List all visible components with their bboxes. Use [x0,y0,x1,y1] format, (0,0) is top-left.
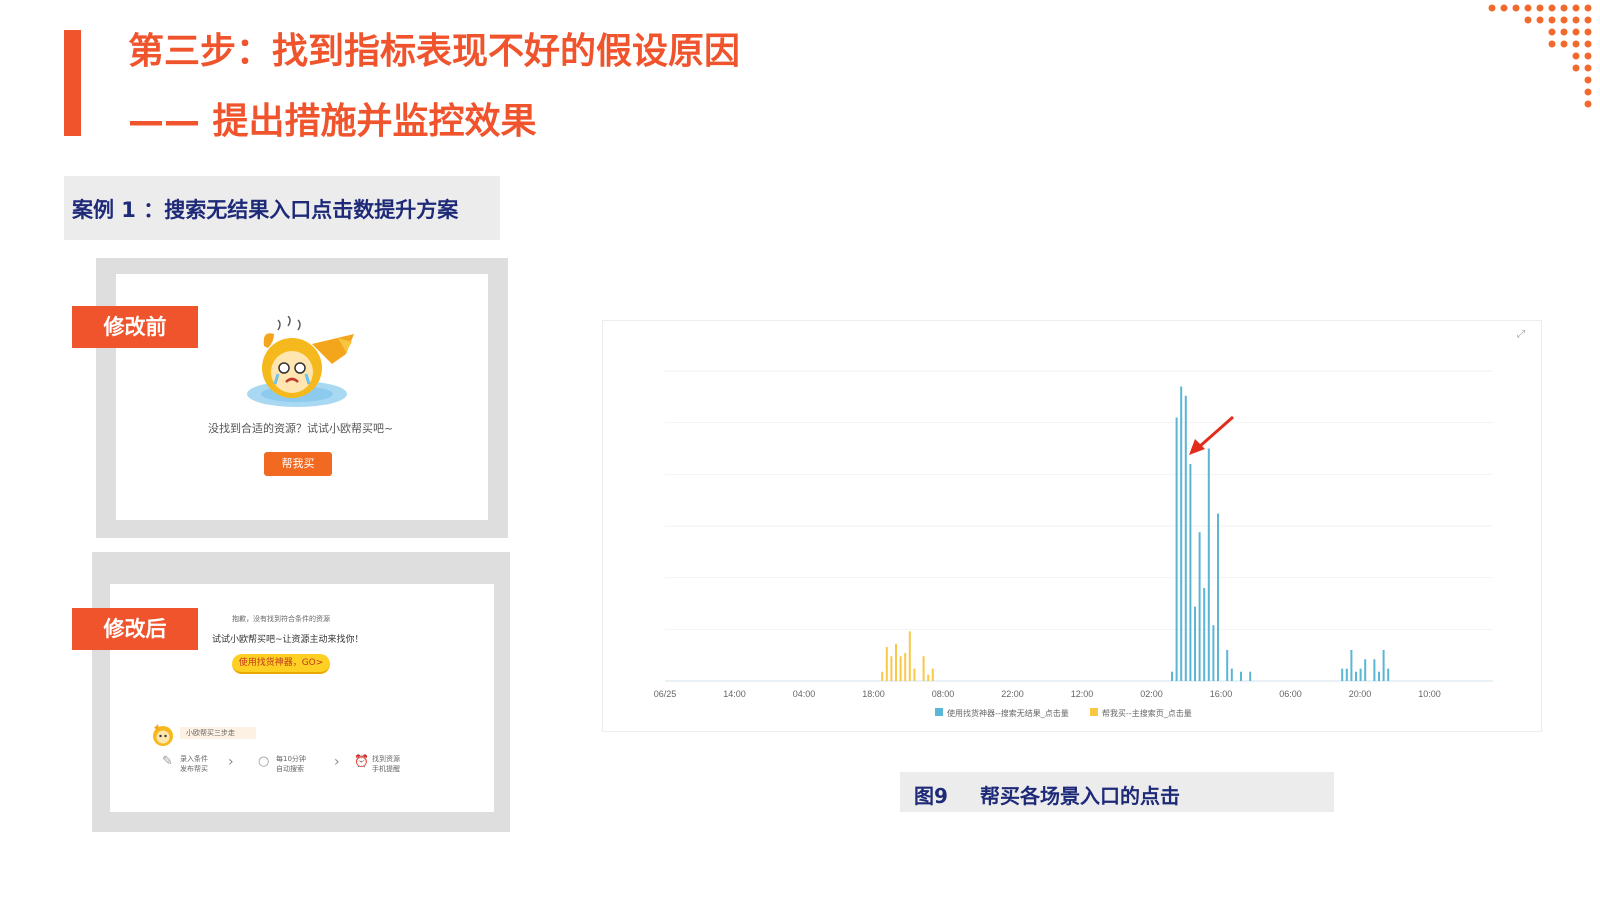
x-tick-label: 06/25 [654,689,677,699]
pen-icon: ✎ [162,754,173,769]
title-accent-bar [64,30,81,136]
crying-mascot-icon [247,316,354,407]
bar-search-no-result [1194,606,1196,681]
x-tick-label: 14:00 [723,689,746,699]
step-3-line1: 找到资源 [372,755,400,763]
legend-label: 帮我买--主搜索页_点击量 [1102,708,1192,718]
bar-search-no-result [1341,668,1344,681]
bar-search-no-result [1373,659,1376,681]
step-1-line1: 录入条件 [180,755,208,763]
step-2-line1: 每10分钟 [276,755,306,763]
bar-search-no-result [1189,464,1192,681]
case-label-box: 案例 1 ：搜索无结果入口点击数提升方案 [64,176,500,240]
no-result-message: 没找到合适的资源？试试小欧帮买吧~ [208,422,394,435]
bar-main-search [890,656,893,681]
bar-search-no-result [1387,668,1390,681]
bar-search-no-result [1382,650,1385,681]
step-3-line2: 手机提醒 [372,765,400,773]
before-tag: 修改前 [72,306,198,348]
try-help-buy-message: 试试小欧帮买吧~让资源主动来找你！ [212,635,364,645]
step-2-line2: 自动搜索 [276,765,304,773]
bar-search-no-result [1212,625,1215,681]
bar-search-no-result [1364,659,1367,681]
bar-search-no-result [1359,668,1362,681]
bar-main-search [885,646,888,681]
x-tick-label: 16:00 [1210,689,1233,699]
decorative-dots [1488,4,1592,108]
after-screenshot: 抱歉，没有找到符合条件的资源 试试小欧帮买吧~让资源主动来找你！ 使用找货神器，… [92,552,510,832]
click-volume-chart: 06/25 14:00 04:00 18:00 08:00 22:00 12:00 02:00… [602,320,1542,732]
bar-main-search [895,643,897,681]
chart-plot: 06/25 14:00 04:00 18:00 08:00 22:00 12:00 02:00… [654,329,1525,718]
bar-main-search [922,656,925,681]
x-tick-label: 06:00 [1279,689,1302,699]
bar-search-no-result [1203,588,1206,681]
bar-main-search [904,653,907,681]
expand-icon: ⤢ [1517,329,1525,340]
legend-swatch [1090,708,1098,716]
bar-search-no-result [1180,386,1183,681]
bar-search-no-result [1226,650,1229,681]
bar-search-no-result [1350,650,1353,681]
figure-caption-text: 帮买各场景入口的点击 [980,784,1180,808]
bar-search-no-result [1240,671,1242,681]
legend-label: 使用找货神器--搜索无结果_点击量 [947,708,1069,718]
annotation-arrow-line [1198,415,1234,449]
x-tick-label: 02:00 [1140,689,1163,699]
alarm-clock-icon: ⏰ [354,754,369,768]
bar-search-no-result [1217,513,1219,681]
x-tick-label: 12:00 [1071,689,1094,699]
search-icon: ○ [258,754,270,769]
bar-search-no-result [1355,671,1357,681]
help-me-buy-button[interactable]: 帮我买 [264,452,332,476]
legend-swatch [935,708,943,716]
before-screenshot: 没找到合适的资源？试试小欧帮买吧~ 帮我买 [96,258,508,538]
bar-main-search [899,656,902,681]
chevron-right-icon: › [334,754,340,770]
bar-main-search [931,668,934,681]
mascot-icon [153,724,173,746]
three-steps-title: 小欧帮买三步走 [180,727,256,739]
bar-search-no-result [1175,417,1178,681]
bar-main-search [927,674,930,681]
bar-main-search [913,668,916,681]
bar-search-no-result [1184,395,1187,681]
bar-search-no-result [1171,671,1173,681]
x-tick-label: 08:00 [932,689,955,699]
annotation-arrow-head [1189,439,1205,455]
figure-number: 图9 [914,784,948,808]
sorry-message: 抱歉，没有找到符合条件的资源 [232,615,330,623]
x-tick-label: 20:00 [1349,689,1372,699]
after-tag: 修改后 [72,608,198,650]
page-subtitle: —— 提出措施并监控效果 [128,101,537,142]
figure-caption: 图9 帮买各场景入口的点击 [900,772,1334,812]
chevron-right-icon: › [228,754,234,770]
step-1-line2: 发布帮买 [180,765,208,773]
x-tick-label: 18:00 [862,689,885,699]
bar-search-no-result [1207,448,1210,681]
case-label: 案例 1 ：搜索无结果入口点击数提升方案 [72,198,459,222]
bar-search-no-result [1230,668,1233,681]
find-goods-button[interactable]: 使用找货神器，GO> [232,654,330,674]
x-tick-label: 10:00 [1418,689,1441,699]
bar-main-search [881,671,884,681]
bar-search-no-result [1249,671,1252,681]
bar-main-search [908,631,911,681]
x-tick-label: 04:00 [793,689,816,699]
bar-search-no-result [1345,668,1348,681]
page-title: 第三步：找到指标表现不好的假设原因 [128,31,741,72]
x-tick-label: 22:00 [1001,689,1024,699]
bar-search-no-result [1198,532,1201,681]
bar-search-no-result [1378,671,1380,681]
